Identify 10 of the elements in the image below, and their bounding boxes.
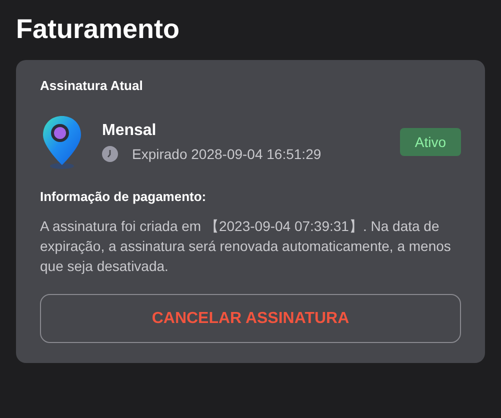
payment-info-text: A assinatura foi criada em 【2023-09-04 07:39:31】. Na data de expiração, a assinatura será renovada automaticamente, a menos que seja desativada. <box>40 217 452 276</box>
plan-name: Mensal <box>102 122 158 140</box>
location-pin-icon <box>40 114 84 170</box>
status-badge: Ativo <box>400 128 461 156</box>
cancel-subscription-button[interactable]: CANCELAR ASSINATURA <box>40 294 461 343</box>
page-title: Faturamento <box>16 14 181 44</box>
section-heading: Informação de pagamento: <box>40 189 208 204</box>
section-heading: Assinatura Atual <box>40 78 144 93</box>
clock-icon <box>102 146 118 162</box>
expiry-date: Expirado 2028-09-04 16:51:29 <box>132 146 322 162</box>
